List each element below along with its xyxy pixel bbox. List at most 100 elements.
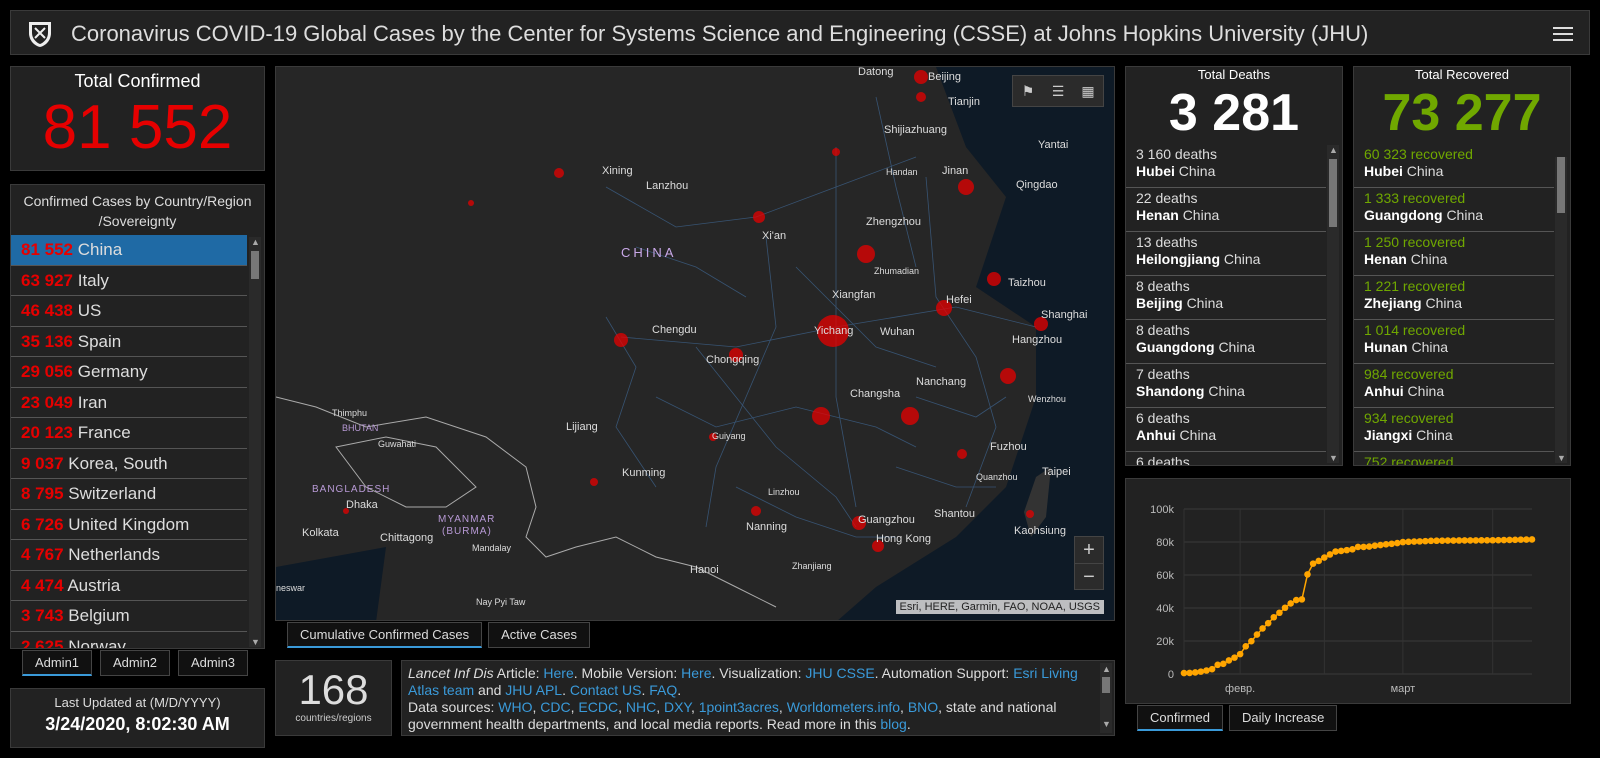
chart-point[interactable] (1466, 537, 1474, 544)
chart-point[interactable] (1186, 669, 1193, 677)
deaths-scrollbar[interactable]: ▲ ▼ (1327, 145, 1339, 463)
country-list-item[interactable]: 46 438 US (11, 296, 247, 327)
chart-point[interactable] (1461, 537, 1468, 544)
country-list-item[interactable]: 9 037 Korea, South (11, 449, 247, 479)
zoom-out-button[interactable]: − (1075, 563, 1103, 589)
chart-point[interactable] (1304, 571, 1311, 578)
data-source-link[interactable]: NHC (626, 699, 656, 715)
recovered-list-item[interactable]: 1 250 recovered Henan China (1354, 232, 1554, 276)
country-list-item[interactable]: 35 136 Spain (11, 327, 247, 357)
faq-link[interactable]: FAQ (649, 682, 677, 698)
deaths-list-item[interactable]: 8 deaths Guangdong China (1126, 320, 1326, 364)
country-list-item[interactable]: 63 927 Italy (11, 266, 247, 296)
data-source-link[interactable]: BNO (908, 699, 938, 715)
chart-point[interactable] (1281, 604, 1289, 612)
chart-point[interactable] (1276, 609, 1283, 617)
bookmark-icon[interactable]: ⚑ (1013, 76, 1043, 106)
deaths-list-item[interactable]: 6 deaths Anhui China (1126, 408, 1326, 452)
recovered-list-item[interactable]: 1 014 recovered Hunan China (1354, 320, 1554, 364)
chart-point[interactable] (1371, 542, 1379, 550)
chart-point[interactable] (1326, 551, 1334, 558)
deaths-list-item[interactable]: 22 deaths Henan China (1126, 188, 1326, 232)
deaths-list-item[interactable]: 13 deaths Heilongjiang China (1126, 232, 1326, 276)
tab-confirmed[interactable]: Confirmed (1137, 705, 1223, 731)
chart-point[interactable] (1264, 619, 1272, 627)
chart-point[interactable] (1483, 536, 1491, 544)
chart-point[interactable] (1405, 538, 1412, 546)
chart-point[interactable] (1315, 557, 1323, 565)
chart-point[interactable] (1337, 547, 1345, 555)
tab-admin3[interactable]: Admin3 (178, 650, 248, 676)
chart-point[interactable] (1259, 625, 1266, 632)
recovered-list-item[interactable]: 1 333 recovered Guangdong China (1354, 188, 1554, 232)
chart-point[interactable] (1455, 537, 1463, 544)
tab-daily-increase[interactable]: Daily Increase (1228, 705, 1338, 731)
chart-point[interactable] (1287, 600, 1294, 607)
chart-point[interactable] (1427, 537, 1435, 545)
chart-point[interactable] (1236, 650, 1244, 658)
chart-point[interactable] (1242, 643, 1250, 650)
jhu-apl-link[interactable]: JHU APL (505, 682, 562, 698)
menu-icon[interactable] (1553, 23, 1573, 43)
deaths-list-item[interactable]: 8 deaths Beijing China (1126, 276, 1326, 320)
jhu-csse-link[interactable]: JHU CSSE (805, 665, 874, 681)
chart-point[interactable] (1399, 538, 1407, 546)
chart-point[interactable] (1377, 541, 1384, 549)
chart-point[interactable] (1298, 596, 1306, 603)
data-source-link[interactable]: WHO (498, 699, 532, 715)
country-list-item[interactable]: 29 056 Germany (11, 357, 247, 388)
country-list-item[interactable]: 3 743 Belgium (11, 601, 247, 632)
chart-point[interactable] (1292, 596, 1300, 604)
deaths-list-item[interactable]: 3 160 deaths Hubei China (1126, 144, 1326, 188)
basemap-gallery-icon[interactable]: ▦ (1073, 76, 1103, 106)
chart-point[interactable] (1388, 540, 1395, 548)
chart-point[interactable] (1433, 537, 1440, 545)
recovered-list-item[interactable]: 1 221 recovered Zhejiang China (1354, 276, 1554, 320)
data-source-link[interactable]: CDC (540, 699, 570, 715)
blog-link[interactable]: blog (880, 716, 906, 732)
article-here-link[interactable]: Here (543, 665, 573, 681)
recovered-scrollbar[interactable]: ▼ (1555, 157, 1567, 463)
chart-point[interactable] (1219, 660, 1227, 668)
chart-point[interactable] (1191, 669, 1199, 676)
chart-point[interactable] (1416, 538, 1424, 545)
chart-point[interactable] (1360, 543, 1367, 551)
country-list-item[interactable]: 6 726 United Kingdom (11, 510, 247, 540)
chart-point[interactable] (1180, 669, 1188, 677)
chart-point[interactable] (1343, 546, 1351, 554)
chart-point[interactable] (1523, 536, 1530, 543)
chart-point[interactable] (1528, 536, 1536, 543)
map-view[interactable]: CHINA BANGLADESH MYANMAR (BURMA) BHUTAN … (275, 66, 1115, 621)
chart-point[interactable] (1422, 537, 1429, 545)
country-list-item[interactable]: 2 625 Norway (11, 632, 247, 649)
legend-list-icon[interactable]: ☰ (1043, 76, 1073, 106)
country-list-item[interactable]: 4 767 Netherlands (11, 540, 247, 571)
chart-point[interactable] (1248, 637, 1255, 645)
chart-point[interactable] (1253, 631, 1261, 638)
chart-point[interactable] (1208, 665, 1216, 673)
country-list-item[interactable]: 20 123 France (11, 418, 247, 449)
chart-point[interactable] (1332, 548, 1339, 555)
chart-point[interactable] (1410, 538, 1418, 545)
country-list-item[interactable]: 8 795 Switzerland (11, 479, 247, 510)
country-list-item[interactable]: 4 474 Austria (11, 571, 247, 601)
chart-point[interactable] (1444, 537, 1452, 544)
recovered-list-item[interactable]: 934 recovered Jiangxi China (1354, 408, 1554, 452)
chart-point[interactable] (1203, 667, 1210, 674)
chart-point[interactable] (1511, 536, 1519, 544)
chart-point[interactable] (1349, 546, 1356, 553)
recovered-list-item[interactable]: 752 recovered (1354, 452, 1554, 465)
chart-point[interactable] (1231, 654, 1238, 661)
deaths-list-item[interactable]: 6 deaths (1126, 452, 1326, 465)
country-list-item[interactable]: 23 049 Iran (11, 388, 247, 418)
chart-point[interactable] (1438, 537, 1446, 544)
data-source-link[interactable]: 1point3acres (699, 699, 779, 715)
chart-point[interactable] (1517, 536, 1525, 543)
country-list-scrollbar[interactable]: ▲ ▼ (249, 237, 261, 647)
chart-point[interactable] (1214, 661, 1221, 669)
recovered-list-item[interactable]: 984 recovered Anhui China (1354, 364, 1554, 408)
country-list-item[interactable]: 81 552 China (11, 235, 247, 266)
info-scrollbar[interactable]: ▲ ▼ (1100, 663, 1112, 733)
tab-admin1[interactable]: Admin1 (22, 650, 92, 676)
map-canvas[interactable]: CHINA BANGLADESH MYANMAR (BURMA) BHUTAN … (276, 67, 1115, 621)
